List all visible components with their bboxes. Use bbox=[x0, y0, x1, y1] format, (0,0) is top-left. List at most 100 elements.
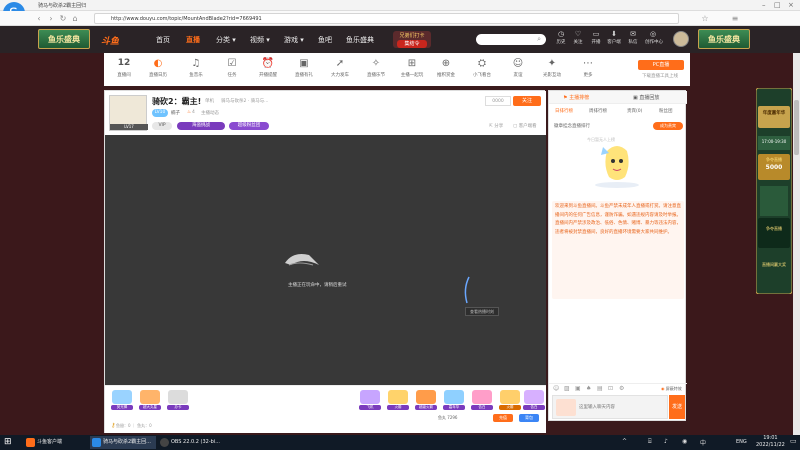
anchor-avatar[interactable]: LV17 bbox=[109, 95, 148, 131]
scrollbar-thumb[interactable] bbox=[794, 100, 799, 155]
cart-icon[interactable]: ⊡ bbox=[608, 385, 613, 392]
client-button[interactable]: ⬇ 客户端 bbox=[606, 30, 622, 45]
recharge-button[interactable]: 充值 bbox=[493, 414, 513, 422]
express-avatar-icon[interactable] bbox=[556, 399, 576, 416]
subtab-fanclub[interactable]: 粉丝团 bbox=[659, 108, 673, 114]
feature-bounty[interactable]: ⊕ 推积赏金 bbox=[430, 57, 462, 78]
client-watch-button[interactable]: ▢ 客户端看 bbox=[513, 123, 537, 129]
highlight-button[interactable]: 查看热播时刻 bbox=[465, 307, 499, 316]
feature-interact[interactable]: ✦ 光影互动 bbox=[536, 57, 568, 78]
chat-settings-icon[interactable]: ⚙ bbox=[619, 385, 624, 392]
nav-festival[interactable]: 鱼乐盛典 bbox=[346, 35, 374, 45]
feature-gift[interactable]: ▣ 直播有礼 bbox=[288, 57, 320, 78]
nav-video[interactable]: 视频 ▾ bbox=[250, 35, 270, 45]
home-icon[interactable]: ⌂ bbox=[70, 14, 80, 23]
feature-drive[interactable]: ➚ 大力发车 bbox=[324, 57, 356, 78]
feature-calendar[interactable]: ◐ 直播日历 bbox=[142, 57, 174, 78]
gift-item[interactable]: 荧光棒 bbox=[111, 390, 133, 412]
user-avatar[interactable] bbox=[673, 31, 689, 47]
nav-home[interactable]: 首页 bbox=[156, 35, 170, 45]
image-icon[interactable]: ▨ bbox=[564, 385, 570, 392]
tray-up-icon[interactable]: ^ bbox=[622, 438, 627, 445]
room-tag-game[interactable]: 骑马与砍杀2 · 骑马与... bbox=[221, 98, 268, 104]
taskbar-item[interactable]: OBS 22.0.2 (32-bi... bbox=[158, 436, 224, 449]
shield-effects-toggle[interactable]: ◉ 屏蔽特效 bbox=[661, 386, 682, 392]
share-button[interactable]: ⇱ 分享 bbox=[489, 123, 503, 129]
notification-icon[interactable]: ▭ bbox=[790, 437, 797, 445]
banner-right[interactable]: 鱼乐盛典 bbox=[698, 29, 750, 49]
fan-club-badge[interactable]: 超级粉丝团 bbox=[229, 122, 269, 130]
subtab-vip[interactable]: 贵宾(0) bbox=[627, 108, 642, 114]
page-scrollbar[interactable] bbox=[793, 53, 800, 435]
subtab-weekly[interactable]: 周排行榜 bbox=[589, 108, 607, 114]
taskbar-item[interactable]: 骑马与砍杀2霸主回... bbox=[90, 436, 156, 449]
site-logo[interactable]: 斗鱼 bbox=[101, 34, 119, 47]
promo-badge[interactable]: 兄弟们打卡 集结令 bbox=[393, 31, 431, 48]
feature-stage[interactable]: ⛭ 小飞看台 bbox=[466, 57, 498, 78]
gift-small-icon[interactable]: ▣ bbox=[575, 385, 581, 392]
taskbar-clock[interactable]: 19:01 2022/11/22 bbox=[756, 435, 785, 449]
gift-item[interactable]: 嘉年华 bbox=[443, 390, 465, 412]
gift-item[interactable]: 火箭 bbox=[499, 390, 521, 412]
gift-item[interactable]: 火箭 bbox=[387, 390, 409, 412]
search-icon[interactable]: ⌕ bbox=[537, 35, 541, 44]
video-area[interactable]: 主播正在玩命中，请稍后重试 查看热播时刻 bbox=[105, 135, 546, 385]
bag-icon[interactable]: ▤ bbox=[597, 385, 603, 392]
gift-item[interactable]: 办卡 bbox=[167, 390, 189, 412]
gift-item[interactable]: 飞机 bbox=[359, 390, 381, 412]
volume-icon[interactable]: ♪ bbox=[664, 438, 668, 445]
follow-button[interactable]: 关注 bbox=[513, 96, 541, 106]
back-icon[interactable]: ‹ bbox=[34, 14, 44, 23]
url-field[interactable]: http://www.douyu.com/topic/MountAndBlade… bbox=[94, 13, 679, 24]
history-button[interactable]: ◷ 历史 bbox=[553, 30, 569, 45]
feature-festival[interactable]: ✧ 直播乐节 bbox=[360, 57, 392, 78]
nav-game[interactable]: 游戏 ▾ bbox=[284, 35, 304, 45]
forward-icon[interactable]: › bbox=[46, 14, 56, 23]
nav-live[interactable]: 直播 bbox=[186, 35, 200, 45]
follow-list-button[interactable]: ♡ 关注 bbox=[570, 30, 586, 45]
backpack-button[interactable]: 背包 bbox=[519, 414, 539, 422]
subtab-daily[interactable]: 日排行榜 bbox=[555, 108, 573, 114]
anchor-name[interactable]: 楠子 bbox=[171, 110, 180, 116]
emoji-icon[interactable]: ☺ bbox=[553, 385, 559, 392]
feature-more[interactable]: ⋯ 更多 bbox=[572, 57, 604, 78]
tab-replay[interactable]: ▣ 直播回放 bbox=[633, 94, 659, 101]
feature-play-together[interactable]: ⊞ 主播一起玩 bbox=[396, 57, 428, 78]
message-button[interactable]: ✉ 私信 bbox=[625, 30, 641, 45]
refresh-icon[interactable]: ↻ bbox=[58, 14, 68, 23]
gift-item[interactable]: 超大丸星 bbox=[139, 390, 161, 412]
fans-icon[interactable]: ♠ bbox=[586, 385, 591, 392]
favorite-icon[interactable]: ☆ bbox=[700, 14, 710, 23]
feature-task[interactable]: ☑ 任务 bbox=[216, 57, 248, 78]
gift-item[interactable]: 告白 bbox=[471, 390, 493, 412]
minimize-icon[interactable]: – bbox=[762, 1, 766, 9]
pc-live-button[interactable]: PC直播 bbox=[638, 60, 684, 70]
anchor-dynamics[interactable]: 主播动态 bbox=[201, 110, 219, 116]
pirate-challenge-badge[interactable]: 海盗挑战 bbox=[177, 122, 225, 130]
network-icon[interactable]: ⌸ bbox=[648, 438, 652, 446]
banner-left[interactable]: 鱼乐盛典 bbox=[38, 29, 90, 49]
tray-app-icon[interactable]: ◉ bbox=[682, 438, 687, 445]
feature-room[interactable]: 12 直播间 bbox=[108, 57, 140, 78]
taskbar-item[interactable]: 斗鱼客户端 bbox=[24, 436, 86, 449]
become-vip-button[interactable]: 成为贵宾 bbox=[653, 122, 683, 130]
nav-fishbar[interactable]: 鱼吧 bbox=[318, 35, 332, 45]
broadcast-button[interactable]: ▭ 开播 bbox=[588, 30, 604, 45]
search-box[interactable]: ⌕ bbox=[476, 34, 546, 45]
feature-music[interactable]: ♫ 鱼音乐 bbox=[180, 57, 212, 78]
gift-item[interactable]: 告白 bbox=[523, 390, 545, 412]
feature-friend[interactable]: ☺ 友谊 bbox=[502, 57, 534, 78]
tab-ranking[interactable]: ⚑ 主播排榜 bbox=[563, 94, 589, 101]
close-icon[interactable]: × bbox=[788, 1, 794, 9]
room-tag-category[interactable]: 单机 bbox=[205, 98, 214, 104]
send-button[interactable]: 发送 bbox=[669, 395, 685, 419]
feature-reminder[interactable]: ⏰ 开播提醒 bbox=[252, 57, 284, 78]
input-method-icon[interactable]: 中 bbox=[700, 438, 706, 447]
nav-category[interactable]: 分类 ▾ bbox=[216, 35, 236, 45]
language-indicator[interactable]: ENG bbox=[736, 439, 747, 445]
menu-icon[interactable]: ≡ bbox=[730, 14, 740, 23]
chat-input[interactable] bbox=[579, 402, 665, 412]
vip-badge[interactable]: VIP bbox=[152, 122, 172, 130]
maximize-icon[interactable]: □ bbox=[774, 1, 781, 9]
gift-item[interactable]: 超级火箭 bbox=[415, 390, 437, 412]
